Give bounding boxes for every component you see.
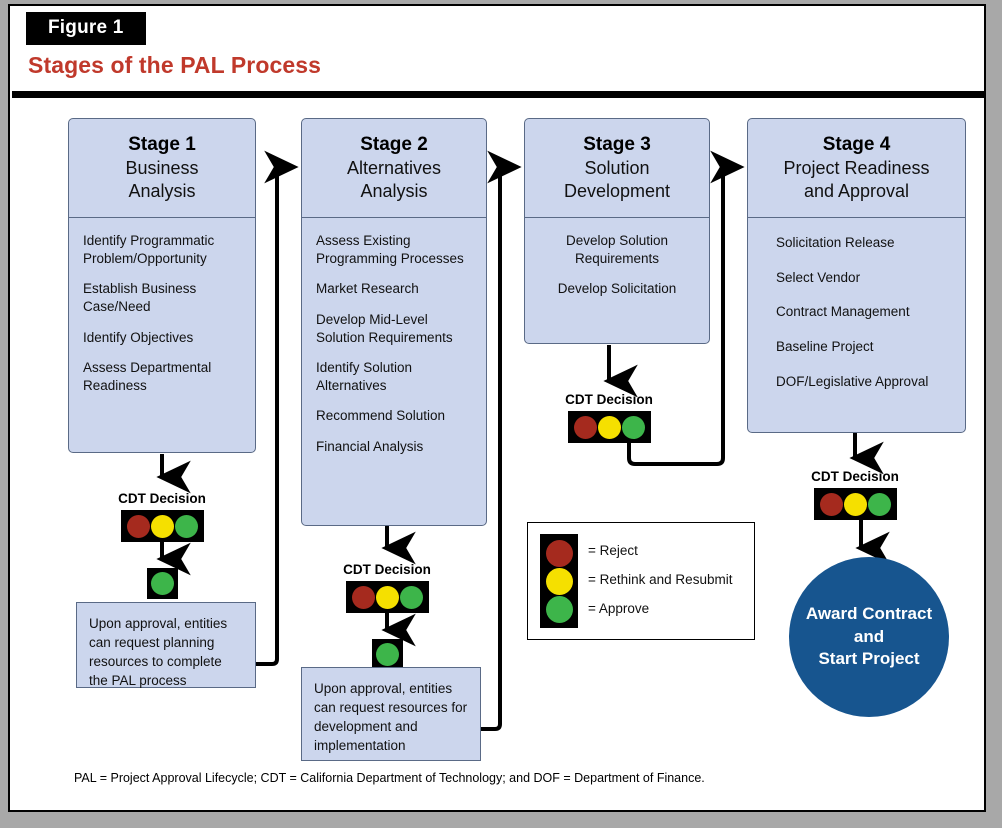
approve-chip-stage-2 (372, 639, 403, 670)
rethink-lamp-icon (545, 567, 573, 595)
stage-4-task: DOF/Legislative Approval (776, 373, 929, 389)
stage-2-approval-note: Upon approval, entities can request reso… (301, 667, 481, 761)
legend-box: = Reject = Rethink and Resubmit = Approv… (527, 522, 755, 640)
stage-3-task: Develop Solicitation (557, 281, 677, 297)
stage-4-header: Stage 4 Project Readiness and Approval (748, 119, 965, 219)
traffic-light-stage-2[interactable] (346, 581, 429, 613)
stage-2-task: Develop Mid-Level Solution Requirements (316, 312, 453, 345)
stage-4-task: Solicitation Release (776, 235, 895, 251)
approve-lamp-icon (376, 643, 399, 666)
stage-4-tasks: Solicitation Release Select Vendor Contr… (748, 218, 965, 400)
reject-lamp-icon (545, 539, 573, 567)
rethink-lamp-icon (375, 585, 399, 609)
cdt-decision-label-3: CDT Decision (565, 392, 653, 407)
stage-1-header: Stage 1 Business Analysis (69, 119, 255, 219)
stage-2-task: Identify Solution Alternatives (316, 360, 413, 393)
reject-lamp-icon (819, 492, 843, 516)
rethink-lamp-icon (843, 492, 867, 516)
stage-2-task: Market Research (316, 281, 419, 297)
stage-2-tasks: Assess Existing Programming Processes Ma… (302, 218, 486, 465)
legend-item-approve: = Approve (588, 601, 650, 616)
figure-panel: Figure 1 Stages of the PAL Process Stage… (8, 4, 986, 812)
stage-3-header: Stage 3 Solution Development (525, 119, 709, 219)
reject-lamp-icon (126, 514, 150, 538)
stage-2-name: Alternatives Analysis (346, 158, 442, 202)
approve-lamp-icon (868, 492, 892, 516)
figure-title: Stages of the PAL Process (28, 52, 322, 78)
approve-lamp-icon (151, 572, 174, 595)
stage-card-1[interactable]: Stage 1 Business Analysis Identify Progr… (68, 118, 256, 453)
stage-card-2[interactable]: Stage 2 Alternatives Analysis Assess Exi… (301, 118, 487, 526)
stage-4-name: Project Readiness and Approval (783, 158, 930, 202)
approve-lamp-icon (545, 595, 573, 623)
traffic-light-stage-1[interactable] (121, 510, 204, 542)
stage-1-number: Stage 1 (128, 134, 196, 155)
stage-card-4[interactable]: Stage 4 Project Readiness and Approval S… (747, 118, 966, 433)
stage-card-3[interactable]: Stage 3 Solution Development Develop Sol… (524, 118, 710, 344)
reject-lamp-icon (351, 585, 375, 609)
legend-item-rethink: = Rethink and Resubmit (588, 572, 733, 587)
rethink-lamp-icon (150, 514, 174, 538)
approve-lamp-icon (400, 585, 424, 609)
stage-4-task: Baseline Project (776, 339, 874, 355)
figure-number-tag: Figure 1 (26, 12, 146, 45)
award-contract-outcome[interactable]: Award Contract and Start Project (789, 557, 949, 717)
stage-1-name: Business Analysis (125, 158, 199, 202)
stage-2-task: Recommend Solution (316, 408, 446, 424)
approve-lamp-icon (622, 415, 646, 439)
stage-1-tasks: Identify Programmatic Problem/Opportunit… (69, 218, 255, 404)
header-divider (12, 91, 986, 98)
stage-3-number: Stage 3 (583, 134, 651, 155)
stage-1-task: Identify Programmatic Problem/Opportunit… (83, 233, 215, 266)
stage-2-task: Assess Existing Programming Processes (316, 233, 464, 266)
traffic-light-stage-3[interactable] (568, 411, 651, 443)
stage-3-task: Develop Solution Requirements (565, 233, 669, 266)
stage-3-name: Solution Development (563, 158, 671, 202)
legend-traffic-light (540, 534, 578, 628)
stage-1-approval-note: Upon approval, entities can request plan… (76, 602, 256, 688)
stage-2-task: Financial Analysis (316, 438, 424, 454)
stage-1-task: Identify Objectives (83, 329, 194, 345)
stage-4-task: Contract Management (776, 304, 910, 320)
cdt-decision-label-4: CDT Decision (811, 469, 899, 484)
approve-lamp-icon (175, 514, 199, 538)
reject-lamp-icon (573, 415, 597, 439)
stage-1-task: Assess Departmental Readiness (83, 360, 212, 393)
traffic-light-stage-4[interactable] (814, 488, 897, 520)
stage-1-task: Establish Business Case/Need (83, 281, 197, 315)
stage-4-task: Select Vendor (776, 269, 861, 285)
rethink-lamp-icon (597, 415, 621, 439)
cdt-decision-label-1: CDT Decision (118, 491, 206, 506)
cdt-decision-label-2: CDT Decision (343, 562, 431, 577)
stage-2-header: Stage 2 Alternatives Analysis (302, 119, 486, 219)
stage-2-number: Stage 2 (360, 134, 428, 155)
legend-item-reject: = Reject (588, 543, 638, 558)
figure-footnote: PAL = Project Approval Lifecycle; CDT = … (74, 771, 705, 785)
stage-4-number: Stage 4 (822, 134, 891, 155)
stage-3-tasks: Develop Solution Requirements Develop So… (525, 218, 709, 308)
approve-chip-stage-1 (147, 568, 178, 599)
